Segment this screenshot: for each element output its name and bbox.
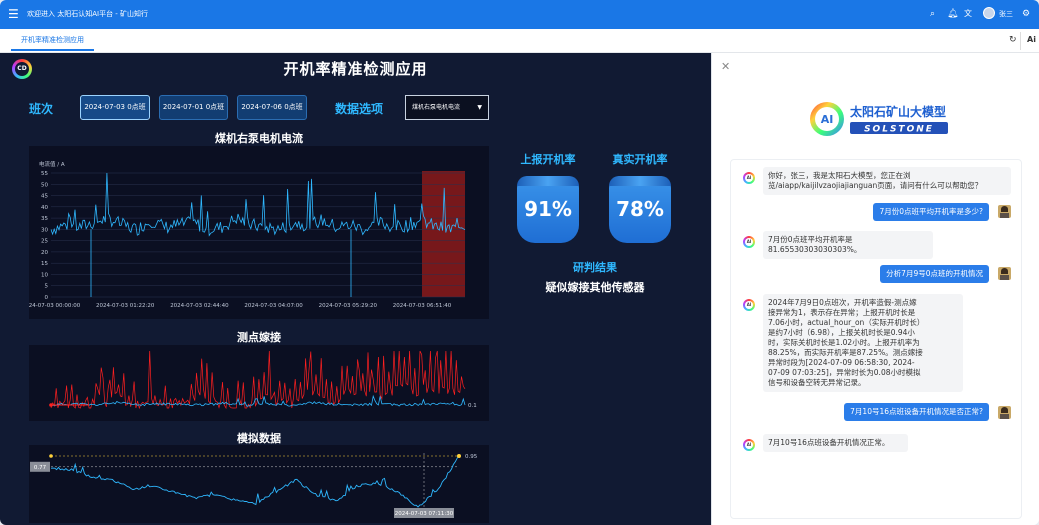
y-tick-label: 45 bbox=[41, 194, 48, 200]
avatar[interactable] bbox=[983, 7, 995, 19]
y-tick-label: 5 bbox=[45, 284, 49, 290]
data-option-value: 煤机右泵电机电流 bbox=[412, 104, 461, 111]
chat-message-user: 7月份0点班平均开机率是多少? bbox=[873, 203, 989, 221]
cursor-x-label: 2024-07-03 07:11:30 bbox=[395, 511, 454, 517]
tab-bar: 开机率精准检测应用 ↻ Ai bbox=[0, 29, 1039, 53]
search-icon[interactable]: ⌕ bbox=[930, 8, 935, 20]
current-line-chart: 电流值 / A55504540353025201510502024-07-03 … bbox=[22, 160, 466, 309]
data-option-label: 数据选项 bbox=[335, 102, 384, 116]
bot-avatar: AI bbox=[743, 299, 755, 311]
graft-line-chart: 0.1 bbox=[49, 350, 477, 410]
result-value: 疑似嫁接其他传感器 bbox=[545, 281, 645, 294]
y-tick-label: 25 bbox=[41, 239, 48, 245]
x-tick-label: 2024-07-03 06:51:40 bbox=[393, 303, 452, 309]
chat-message-bot: 2024年7月9日0点班次，开机率造假-测点嫁 接异常为1，表示存在异常；上报开… bbox=[763, 294, 963, 392]
bot-avatar: AI bbox=[743, 236, 755, 248]
user-name[interactable]: 张三 bbox=[999, 9, 1013, 19]
chart2-title: 测点嫁接 bbox=[237, 331, 281, 344]
chart1-title: 煤机右泵电机电流 bbox=[215, 132, 303, 145]
chevron-down-icon: ▼ bbox=[477, 104, 482, 111]
chat-message-bot: 你好，张三，我是太阳石大模型，您正在浏 览/aiapp/kaijilvzaoji… bbox=[763, 167, 1011, 195]
dashboard-title: 开机率精准检测应用 bbox=[283, 60, 428, 78]
chart3-title: 模拟数据 bbox=[237, 432, 281, 445]
chat-history[interactable]: AI 你好，张三，我是太阳石大模型，您正在浏 览/aiapp/kaijilvza… bbox=[730, 159, 1022, 519]
user-avatar bbox=[998, 406, 1011, 419]
y-tick-label: 0 bbox=[45, 295, 49, 301]
user-avatar bbox=[998, 205, 1011, 218]
sim-end-point bbox=[457, 454, 461, 458]
y-tick-label: 55 bbox=[41, 171, 48, 177]
actual-rate-label: 真实开机率 bbox=[612, 153, 668, 166]
chat-message-user: 7月10号16点班设备开机情况是否正常? bbox=[844, 403, 989, 421]
bot-avatar-label: AI bbox=[745, 441, 753, 449]
bell-icon[interactable]: 🔔︎ bbox=[947, 8, 958, 20]
chat-message-bot: 7月10号16点班设备开机情况正常。 bbox=[763, 434, 908, 452]
bot-avatar: AI bbox=[743, 172, 755, 184]
sim-series-line bbox=[50, 455, 460, 508]
app-title: 欢迎进入 太阳石认知AI平台 - 矿山知行 bbox=[27, 10, 149, 18]
y-axis-label: 电流值 / A bbox=[39, 160, 65, 168]
menu-icon[interactable]: ☰ bbox=[8, 8, 19, 20]
graft-series-red bbox=[50, 350, 466, 410]
bot-avatar-label: AI bbox=[745, 238, 753, 246]
result-label: 研判结果 bbox=[573, 261, 617, 274]
refresh-icon[interactable]: ↻ bbox=[1009, 35, 1017, 45]
sim-chart-panel: 0.95 0.77 2024-07-03 07:11:30 bbox=[29, 445, 489, 523]
tabbar-divider bbox=[1020, 32, 1021, 50]
x-tick-label: 2024-07-03 04:07:00 bbox=[244, 303, 303, 309]
y-tick-label: 50 bbox=[41, 182, 48, 188]
settings-icon[interactable]: ⚙ bbox=[1022, 8, 1030, 20]
bot-avatar-label: AI bbox=[745, 174, 753, 182]
dashboard: CD 开机率精准检测应用 班次 2024-07-03 0点班 2024-07-0… bbox=[0, 53, 711, 525]
sim-line-chart: 0.95 0.77 2024-07-03 07:11:30 bbox=[30, 453, 478, 518]
x-tick-label: 2024-07-03 02:44:40 bbox=[170, 303, 229, 309]
x-tick-label: 2024-07-03 01:22:20 bbox=[96, 303, 155, 309]
chat-message-user: 分析7月9号0点班的开机情况 bbox=[880, 265, 989, 283]
tab-open-rate-app[interactable]: 开机率精准检测应用 bbox=[11, 29, 94, 51]
svg-text:太阳石矿山大模型: 太阳石矿山大模型 bbox=[850, 104, 946, 119]
actual-rate-badge: 78% bbox=[609, 176, 671, 243]
close-icon[interactable]: ✕ bbox=[721, 61, 730, 73]
translate-icon[interactable]: 文 bbox=[964, 8, 972, 20]
reported-rate-badge: 91% bbox=[517, 176, 579, 243]
y-tick-label: 30 bbox=[41, 227, 48, 233]
y-tick-label: 40 bbox=[41, 205, 48, 211]
sim-annotation-max: 0.95 bbox=[465, 454, 478, 460]
shift-label: 班次 bbox=[29, 102, 54, 116]
current-chart-panel: 电流值 / A55504540353025201510502024-07-03 … bbox=[22, 146, 489, 319]
reported-rate-label: 上报开机率 bbox=[520, 153, 576, 166]
shift-button-0706[interactable]: 2024-07-06 0点班 bbox=[237, 95, 307, 120]
chat-message-bot: 7月份0点班平均开机率是 81.65530303030303%。 bbox=[763, 231, 933, 259]
graft-chart-panel: 0.1 bbox=[29, 345, 489, 421]
ai-brand-logo: AI 太阳石矿山大模型 SOLSTONE bbox=[810, 102, 948, 136]
ai-assistant-panel: ✕ AI 太阳石矿山大模型 SOLSTONE AI 你好，张三，我是太阳石大模型… bbox=[712, 53, 1039, 525]
bot-avatar: AI bbox=[743, 439, 755, 451]
current-series-line bbox=[50, 172, 466, 237]
y-tick-label: 10 bbox=[41, 272, 48, 278]
abnormal-range-highlight bbox=[422, 171, 465, 297]
threshold-start-point bbox=[49, 454, 53, 458]
y-tick-label: 15 bbox=[41, 261, 48, 267]
ai-toggle-icon[interactable]: Ai bbox=[1027, 35, 1036, 44]
y-tick-label: 35 bbox=[41, 216, 48, 222]
x-tick-label: 2024-07-03 05:29:20 bbox=[319, 303, 378, 309]
data-option-select[interactable]: 煤机右泵电机电流 ▼ bbox=[405, 95, 489, 120]
app-window: ☰ 欢迎进入 太阳石认知AI平台 - 矿山知行 ⌕ 🔔︎ 文 张三 ⚙ 开机率精… bbox=[0, 0, 1039, 525]
shift-button-0701[interactable]: 2024-07-01 0点班 bbox=[159, 95, 228, 120]
user-avatar bbox=[998, 267, 1011, 280]
svg-text:SOLSTONE: SOLSTONE bbox=[864, 125, 934, 135]
svg-text:AI: AI bbox=[821, 113, 834, 126]
bot-avatar-label: AI bbox=[745, 301, 753, 309]
graft-annotation: 0.1 bbox=[468, 403, 477, 409]
top-bar: ☰ 欢迎进入 太阳石认知AI平台 - 矿山知行 ⌕ 🔔︎ 文 张三 ⚙ bbox=[0, 0, 1039, 29]
x-tick-label: 2024-07-03 00:00:00 bbox=[29, 303, 81, 309]
y-tick-label: 20 bbox=[41, 250, 48, 256]
cursor-y-label: 0.77 bbox=[34, 465, 47, 471]
shift-button-0703[interactable]: 2024-07-03 0点班 bbox=[80, 95, 150, 120]
graft-series-blue bbox=[50, 394, 466, 407]
graft-start-point bbox=[49, 403, 53, 407]
